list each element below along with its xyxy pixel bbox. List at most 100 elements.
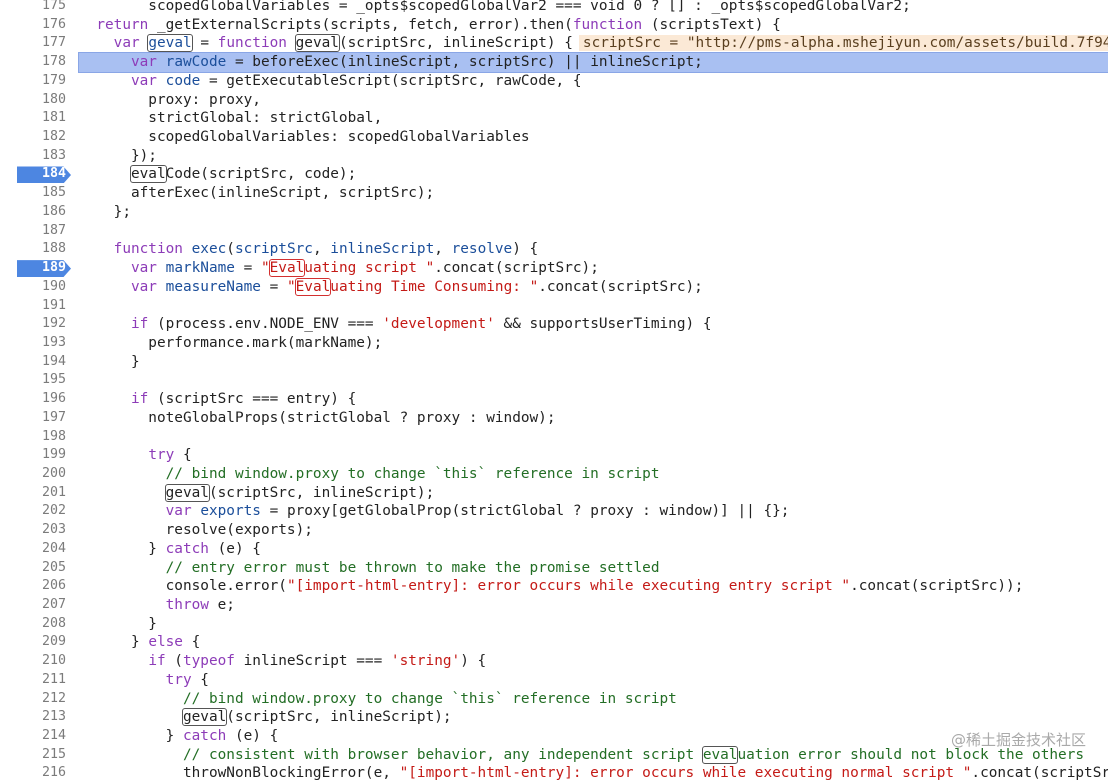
line-number[interactable]: 192: [42, 315, 66, 334]
line-number-gutter[interactable]: 190: [0, 278, 71, 297]
source-code-editor[interactable]: 175 scopedGlobalVariables = _opts$scoped…: [0, 0, 1108, 781]
line-number[interactable]: 207: [42, 596, 66, 615]
line-number-gutter[interactable]: 205: [0, 559, 71, 578]
line-number-gutter[interactable]: 203: [0, 521, 71, 540]
line-number[interactable]: 199: [42, 446, 66, 465]
line-number[interactable]: 182: [42, 128, 66, 147]
line-number-gutter[interactable]: 191: [0, 297, 71, 316]
line-number-gutter[interactable]: 211: [0, 671, 71, 690]
line-number-gutter[interactable]: 180: [0, 91, 71, 110]
line-number[interactable]: 186: [42, 203, 66, 222]
line-number[interactable]: 213: [42, 708, 66, 727]
line-number-gutter[interactable]: 185: [0, 184, 71, 203]
line-number-gutter[interactable]: 204: [0, 540, 71, 559]
line-number-gutter[interactable]: 194: [0, 353, 71, 372]
line-number[interactable]: 208: [42, 615, 66, 634]
line-number[interactable]: 215: [42, 746, 66, 765]
code-line: 187: [0, 222, 1108, 241]
line-number[interactable]: 201: [42, 484, 66, 503]
code-token: =: [191, 35, 218, 52]
line-number-gutter[interactable]: 215: [0, 746, 71, 765]
line-number[interactable]: 200: [42, 465, 66, 484]
line-number[interactable]: 197: [42, 409, 66, 428]
line-number-gutter[interactable]: 210: [0, 652, 71, 671]
line-number-gutter[interactable]: 201: [0, 484, 71, 503]
line-number[interactable]: 187: [42, 222, 66, 241]
line-number[interactable]: 216: [42, 764, 66, 783]
line-number[interactable]: 177: [42, 34, 66, 53]
line-number-gutter[interactable]: 198: [0, 428, 71, 447]
line-number[interactable]: 176: [42, 16, 66, 35]
code-token: afterExec(inlineScript, scriptSrc);: [79, 185, 435, 202]
line-number-gutter[interactable]: 179: [0, 72, 71, 91]
line-number[interactable]: 196: [42, 390, 66, 409]
line-number[interactable]: 210: [42, 652, 66, 671]
code-text: var measureName = "Evaluating Time Consu…: [79, 277, 1108, 297]
code-token: else: [148, 634, 183, 651]
line-number-gutter[interactable]: 213: [0, 708, 71, 727]
line-number[interactable]: 175: [42, 0, 66, 16]
line-number-gutter[interactable]: 195: [0, 371, 71, 390]
line-number-gutter[interactable]: 186: [0, 203, 71, 222]
line-number-gutter[interactable]: 196: [0, 390, 71, 409]
line-number[interactable]: 206: [42, 577, 66, 596]
code-text: if (typeof inlineScript === 'string') {: [79, 652, 1108, 671]
line-number[interactable]: 211: [42, 671, 66, 690]
line-number[interactable]: 183: [42, 147, 66, 166]
line-number[interactable]: 189: [42, 259, 66, 278]
line-number[interactable]: 194: [42, 353, 66, 372]
line-number-gutter[interactable]: 176: [0, 16, 71, 35]
line-number-gutter[interactable]: 200: [0, 465, 71, 484]
line-number[interactable]: 178: [42, 53, 66, 72]
line-number-gutter[interactable]: 206: [0, 577, 71, 596]
line-number-gutter[interactable]: 212: [0, 690, 71, 709]
line-number-gutter[interactable]: 216: [0, 764, 71, 783]
line-number[interactable]: 184: [42, 165, 66, 184]
line-number[interactable]: 188: [42, 240, 66, 259]
code-line: 190 var measureName = "Evaluating Time C…: [0, 277, 1108, 297]
code-line: 183 });: [0, 147, 1108, 166]
line-number-gutter[interactable]: 199: [0, 446, 71, 465]
line-number-gutter[interactable]: 175: [0, 0, 71, 16]
code-line: 180 proxy: proxy,: [0, 91, 1108, 110]
line-number[interactable]: 214: [42, 727, 66, 746]
line-number[interactable]: 180: [42, 91, 66, 110]
line-number-gutter[interactable]: 197: [0, 409, 71, 428]
line-number[interactable]: 198: [42, 428, 66, 447]
line-number-gutter[interactable]: 189: [0, 259, 71, 278]
line-number-gutter[interactable]: 182: [0, 128, 71, 147]
line-number[interactable]: 191: [42, 297, 66, 316]
line-number-gutter[interactable]: 209: [0, 633, 71, 652]
line-number-gutter[interactable]: 208: [0, 615, 71, 634]
line-number-gutter[interactable]: 178: [0, 53, 71, 72]
line-number[interactable]: 205: [42, 559, 66, 578]
line-number-gutter[interactable]: 177: [0, 34, 71, 53]
line-number-gutter[interactable]: 214: [0, 727, 71, 746]
line-number-gutter[interactable]: 181: [0, 109, 71, 128]
code-text: geval(scriptSrc, inlineScript);: [79, 483, 1108, 503]
code-token: scopedGlobalVariables = _opts$scopedGlob…: [79, 0, 911, 14]
line-number[interactable]: 181: [42, 109, 66, 128]
code-text: noteGlobalProps(strictGlobal ? proxy : w…: [79, 409, 1108, 428]
line-number[interactable]: 203: [42, 521, 66, 540]
line-number[interactable]: 185: [42, 184, 66, 203]
line-number-gutter[interactable]: 193: [0, 334, 71, 353]
line-number[interactable]: 204: [42, 540, 66, 559]
line-number[interactable]: 195: [42, 371, 66, 390]
line-number[interactable]: 190: [42, 278, 66, 297]
line-number-gutter[interactable]: 192: [0, 315, 71, 334]
line-number-gutter[interactable]: 187: [0, 222, 71, 241]
line-number-gutter[interactable]: 188: [0, 240, 71, 259]
line-number-gutter[interactable]: 207: [0, 596, 71, 615]
line-number-gutter[interactable]: 202: [0, 502, 71, 521]
line-number-gutter[interactable]: 183: [0, 147, 71, 166]
line-number[interactable]: 202: [42, 502, 66, 521]
line-number[interactable]: 193: [42, 334, 66, 353]
line-number[interactable]: 179: [42, 72, 66, 91]
line-number-gutter[interactable]: 184: [0, 165, 71, 184]
line-number[interactable]: 209: [42, 633, 66, 652]
line-number[interactable]: 212: [42, 690, 66, 709]
